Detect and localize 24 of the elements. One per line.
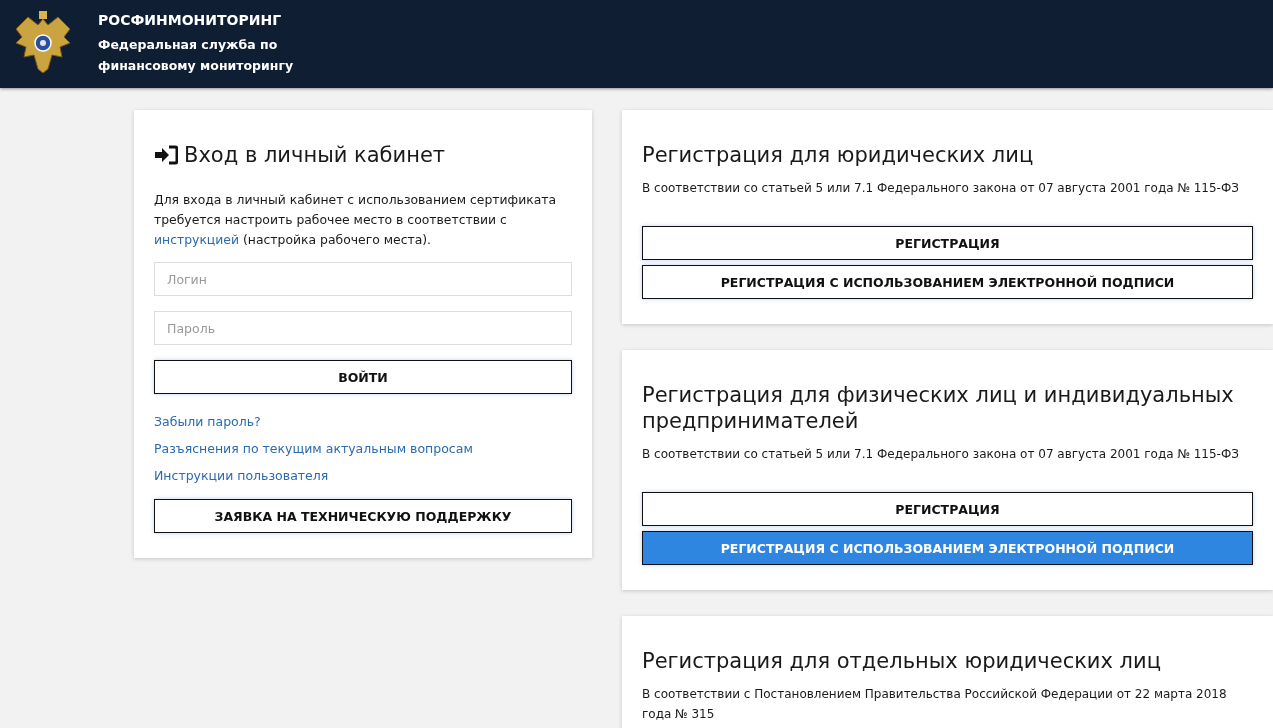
register-button[interactable]: РЕГИСТРАЦИЯ — [642, 226, 1253, 260]
help-link[interactable]: Забыли пароль? — [154, 414, 261, 429]
site-title: РОСФИНМОНИТОРИНГ — [98, 12, 283, 28]
input-field[interactable]: Пароль — [154, 311, 572, 345]
login-button[interactable]: ВОЙТИ — [154, 360, 572, 394]
register-button[interactable]: РЕГИСТРАЦИЯ С ИСПОЛЬЗОВАНИЕМ ЭЛЕКТРОННОЙ ПОДПИСИ — [642, 265, 1253, 299]
instruction-link[interactable]: инструкцией — [154, 232, 240, 247]
site-subtitle: финансовому мониторингу — [98, 57, 294, 75]
register-button[interactable]: РЕГИСТРАЦИЯ С ИСПОЛЬЗОВАНИЕМ ЭЛЕКТРОННОЙ ПОДПИСИ — [642, 531, 1253, 565]
card-title: Вход в личный кабинет — [184, 142, 446, 168]
help-link[interactable]: Инструкции пользователя — [154, 468, 329, 483]
support-button[interactable]: ЗАЯВКА НА ТЕХНИЧЕСКУЮ ПОДДЕРЖКУ — [154, 499, 572, 533]
card-title: Регистрация для отдельных юридических лиц — [642, 648, 1162, 674]
help-link[interactable]: Разъяснения по текущим актуальным вопросам — [154, 441, 473, 456]
intro-text: Для входа в личный кабинет с использованием сертификата требуется настроить рабочее место в соответствии с инструкцией (настройка рабочего места). — [154, 191, 558, 249]
register-button[interactable]: РЕГИСТРАЦИЯ — [642, 492, 1253, 526]
site-subtitle: Федеральная служба по — [98, 36, 279, 54]
card-title: Регистрация для физических лиц и индивидуальных предпринимателей — [642, 382, 1235, 434]
law-note: В соответствии с Постановлением Правительства Российской Федерации от 22 марта 2018 года № 315 — [642, 686, 1228, 723]
law-note: В соответствии со статьей 5 или 7.1 Федерального закона от 07 августа 2001 года № 115-ФЗ — [642, 446, 1240, 463]
input-field[interactable]: Логин — [154, 262, 572, 296]
card-title: Регистрация для юридических лиц — [642, 142, 1035, 168]
sign-in-icon — [154, 145, 178, 165]
law-note: В соответствии со статьей 5 или 7.1 Федерального закона от 07 августа 2001 года № 115-ФЗ — [642, 180, 1240, 197]
